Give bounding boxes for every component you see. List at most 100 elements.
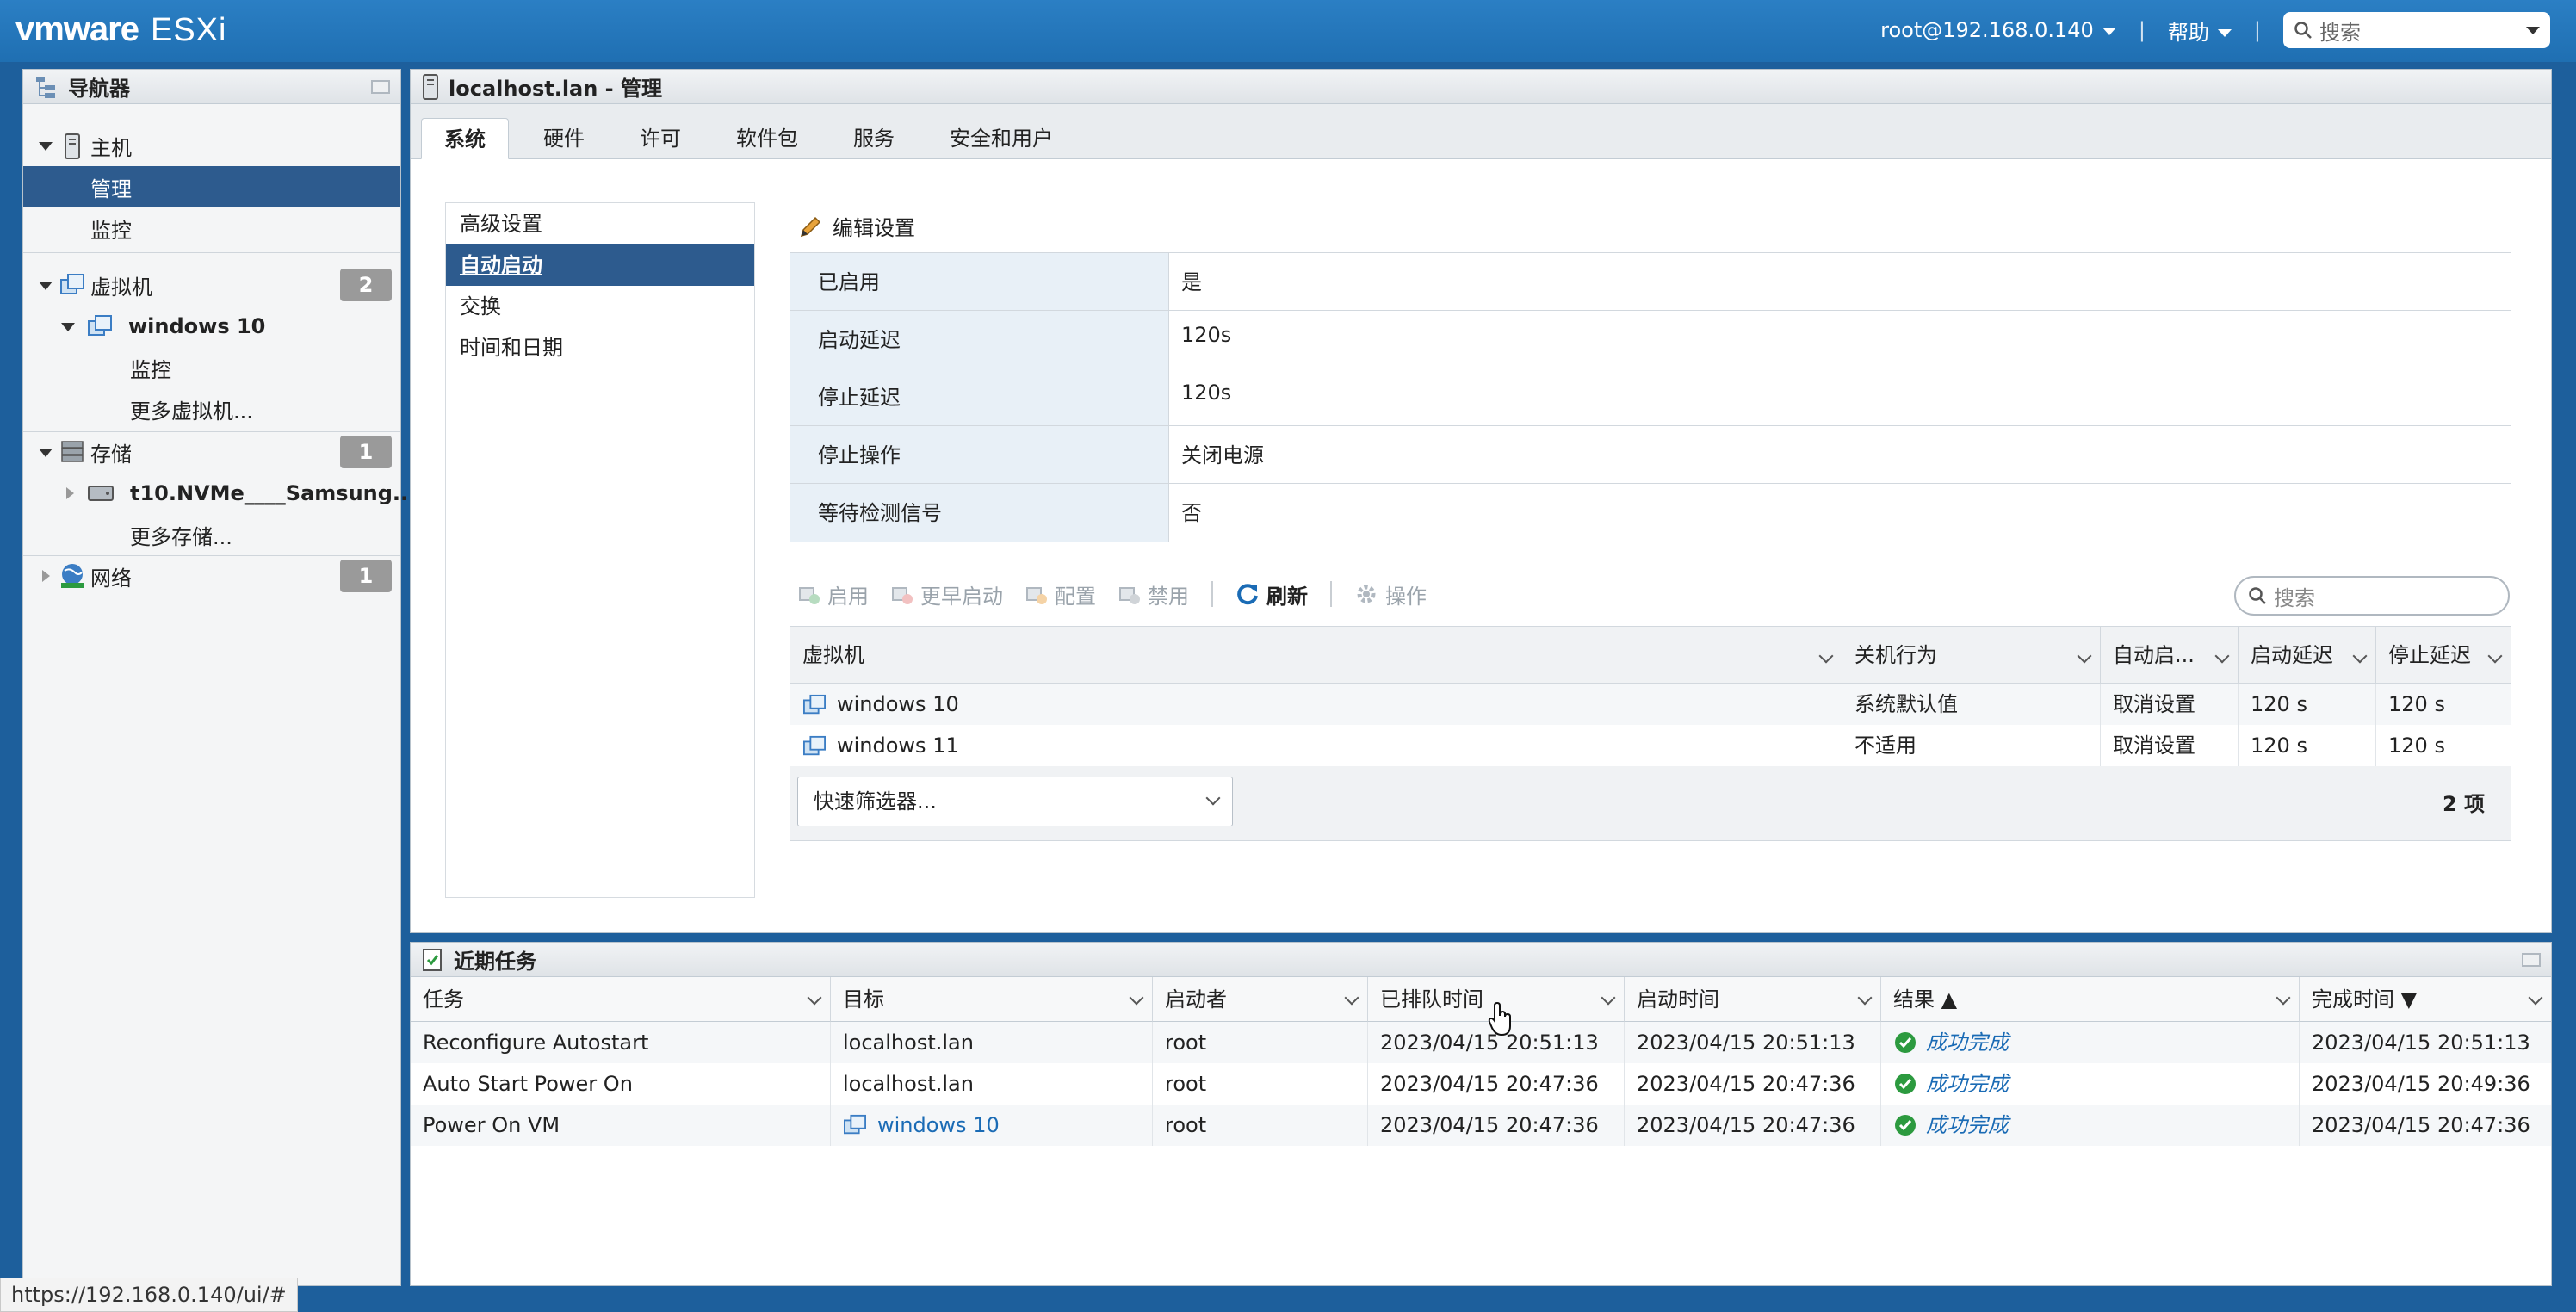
- success-check-icon: [1895, 1032, 1916, 1053]
- disable-button[interactable]: 禁用: [1118, 579, 1189, 610]
- tab-system[interactable]: 系统: [421, 118, 509, 159]
- table-row[interactable]: Auto Start Power On localhost.lan root 2…: [411, 1063, 2551, 1105]
- tab-bar: 系统 硬件 许可 软件包 服务 安全和用户: [411, 104, 2551, 159]
- chevron-down-icon[interactable]: [2528, 990, 2543, 1006]
- column-header-autostart[interactable]: 自动启...: [2101, 627, 2239, 684]
- vm-name-cell: windows 10: [790, 684, 1842, 725]
- column-header-stop-delay[interactable]: 停止延迟: [2376, 627, 2511, 684]
- nav-vms[interactable]: 虚拟机 2: [23, 264, 400, 306]
- toolbar-separator: [1211, 581, 1213, 607]
- column-header-target[interactable]: 目标: [831, 977, 1153, 1022]
- column-header-initiator[interactable]: 启动者: [1153, 977, 1368, 1022]
- result-label: 成功完成: [1926, 1030, 2009, 1055]
- tab-licensing[interactable]: 许可: [617, 118, 703, 159]
- nav-vm-windows10[interactable]: windows 10: [23, 306, 400, 347]
- menu-swap[interactable]: 交换: [446, 286, 754, 327]
- nav-storage[interactable]: 存储 1: [23, 431, 400, 473]
- toolbar-separator: [1330, 581, 1332, 607]
- column-header-result[interactable]: 结果 ▲: [1881, 977, 2300, 1022]
- menu-autostart[interactable]: 自动启动: [446, 244, 754, 286]
- collapse-arrow-icon[interactable]: [39, 449, 53, 457]
- cell: localhost.lan: [831, 1022, 1153, 1063]
- configure-label: 配置: [1055, 584, 1096, 609]
- nav-more-storage[interactable]: 更多存储...: [23, 514, 400, 555]
- cell: Power On VM: [411, 1105, 831, 1146]
- table-row[interactable]: windows 10 系统默认值 取消设置 120 s 120 s: [790, 684, 2511, 725]
- chevron-down-icon[interactable]: [1818, 648, 1834, 664]
- tab-hardware[interactable]: 硬件: [521, 118, 607, 159]
- column-header-shutdown[interactable]: 关机行为: [1842, 627, 2101, 684]
- menu-time-date[interactable]: 时间和日期: [446, 327, 754, 368]
- table-row[interactable]: windows 11 不适用 取消设置 120 s 120 s: [790, 725, 2511, 766]
- tab-packages[interactable]: 软件包: [714, 118, 820, 159]
- nav-storage-label: 存储: [90, 442, 132, 467]
- chevron-down-icon[interactable]: [807, 990, 822, 1006]
- nav-host-monitor[interactable]: 监控: [23, 207, 400, 249]
- setting-key: 停止操作: [790, 426, 1169, 483]
- table-row[interactable]: Power On VM windows 10 root 2023/04/15 2…: [411, 1105, 2551, 1146]
- enable-button[interactable]: 启用: [798, 579, 869, 610]
- menu-advanced-settings[interactable]: 高级设置: [446, 203, 754, 244]
- nav-storage-device[interactable]: t10.NVMe____Samsung...: [23, 473, 416, 514]
- recent-tasks-panel: 近期任务 任务 目标 启动者 已排队时间 启动时间 结果 ▲ 完成时间 ▼ Re…: [410, 942, 2552, 1286]
- setting-value: 120s: [1181, 381, 1232, 405]
- edit-settings-button[interactable]: 编辑设置: [798, 211, 915, 241]
- result-label: 成功完成: [1926, 1072, 2009, 1096]
- collapse-arrow-icon[interactable]: [39, 142, 53, 151]
- nav-host[interactable]: 主机: [23, 125, 400, 166]
- minimize-button[interactable]: [2522, 953, 2541, 967]
- nav-vm-monitor-label: 监控: [130, 357, 171, 382]
- table-row[interactable]: Reconfigure Autostart localhost.lan root…: [411, 1022, 2551, 1063]
- chevron-down-icon[interactable]: [2487, 648, 2503, 664]
- chevron-down-icon[interactable]: [2077, 648, 2092, 664]
- column-header-start-delay[interactable]: 启动延迟: [2239, 627, 2376, 684]
- chevron-down-icon[interactable]: [2214, 648, 2230, 664]
- nav-more-vms-label: 更多虚拟机...: [130, 399, 253, 424]
- column-header-completed[interactable]: 完成时间 ▼: [2300, 977, 2551, 1022]
- vm-table-search-input[interactable]: 搜索: [2234, 576, 2510, 616]
- column-header-started[interactable]: 启动时间: [1625, 977, 1881, 1022]
- target-link[interactable]: windows 10: [831, 1105, 1153, 1146]
- collapse-arrow-icon[interactable]: [39, 282, 53, 290]
- column-header-task[interactable]: 任务: [411, 977, 831, 1022]
- nav-more-storage-label: 更多存储...: [130, 524, 232, 549]
- chevron-down-icon[interactable]: [1857, 990, 1873, 1006]
- global-search-input[interactable]: 搜索: [2283, 12, 2550, 48]
- quick-filter-select[interactable]: 快速筛选器...: [797, 777, 1233, 826]
- nav-network[interactable]: 网络 1: [23, 555, 400, 597]
- cell: root: [1153, 1105, 1368, 1146]
- nav-host-manage[interactable]: 管理: [23, 166, 400, 207]
- user-menu[interactable]: root@192.168.0.140: [1880, 18, 2116, 42]
- expand-arrow-icon[interactable]: [66, 487, 74, 499]
- autostart-settings-table: 已启用 是 启动延迟 120s 停止延迟 120s 停止操作 关闭电源 等待检测…: [790, 252, 2511, 542]
- chevron-down-icon[interactable]: [1601, 990, 1616, 1006]
- cell: 2023/04/15 20:47:36: [2312, 1113, 2530, 1137]
- setting-key: 启动延迟: [790, 311, 1169, 368]
- chevron-down-icon: [2102, 27, 2116, 35]
- chevron-down-icon: [1205, 790, 1221, 806]
- start-earlier-button[interactable]: 更早启动: [891, 579, 1003, 610]
- minimize-button[interactable]: [371, 80, 390, 94]
- configure-button[interactable]: 配置: [1025, 579, 1096, 610]
- start-earlier-label: 更早启动: [920, 584, 1003, 609]
- vm-config-icon: [1026, 587, 1047, 604]
- navigator-header: 导航器: [23, 70, 400, 104]
- collapse-arrow-icon[interactable]: [61, 323, 75, 331]
- tab-services[interactable]: 服务: [831, 118, 917, 159]
- expand-arrow-icon[interactable]: [42, 570, 50, 582]
- nav-more-vms[interactable]: 更多虚拟机...: [23, 388, 400, 430]
- actions-button[interactable]: 操作: [1354, 579, 1427, 610]
- chevron-down-icon[interactable]: [2352, 648, 2368, 664]
- chevron-down-icon[interactable]: [2276, 990, 2291, 1006]
- vm-icon: [88, 315, 112, 336]
- help-menu[interactable]: 帮助: [2168, 15, 2232, 46]
- chevron-down-icon[interactable]: [1129, 990, 1144, 1006]
- status-bar-url: https://192.168.0.140/ui/#: [0, 1278, 298, 1312]
- nav-vm-monitor[interactable]: 监控: [23, 347, 400, 388]
- tab-security-users[interactable]: 安全和用户: [927, 118, 1075, 159]
- refresh-button[interactable]: 刷新: [1235, 579, 1308, 610]
- chevron-down-icon[interactable]: [1344, 990, 1359, 1006]
- vm-icon: [843, 1114, 866, 1135]
- cell: 系统默认值: [1842, 684, 2101, 725]
- column-header-vm[interactable]: 虚拟机: [790, 627, 1842, 684]
